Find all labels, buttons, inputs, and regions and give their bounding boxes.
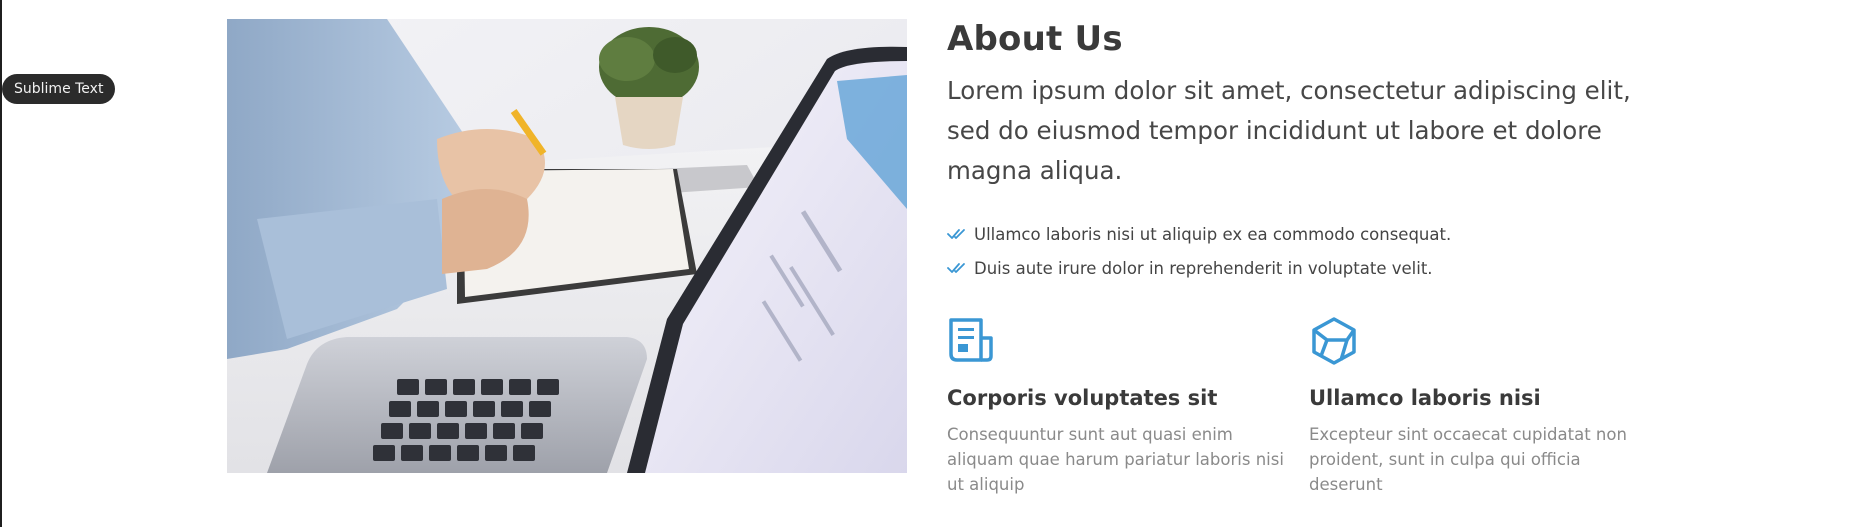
cube-icon bbox=[1312, 317, 1356, 365]
feature-card: Ullamco laboris nisi Excepteur sint occa… bbox=[1309, 316, 1649, 497]
feature-title: Ullamco laboris nisi bbox=[1309, 386, 1541, 410]
newspaper-icon bbox=[949, 318, 993, 362]
check-list: Ullamco laboris nisi ut aliquip ex ea co… bbox=[947, 217, 1647, 285]
workspace-illustration bbox=[227, 19, 907, 473]
about-photo bbox=[227, 19, 907, 473]
page-title: About Us bbox=[947, 19, 1123, 59]
feature-card: Corporis voluptates sit Consequuntur sun… bbox=[947, 316, 1287, 497]
list-item-text: Ullamco laboris nisi ut aliquip ex ea co… bbox=[974, 224, 1452, 244]
lead-paragraph: Lorem ipsum dolor sit amet, consectetur … bbox=[947, 76, 1631, 185]
feature-text: Consequuntur sunt aut quasi enim aliquam… bbox=[947, 425, 1284, 494]
double-check-icon bbox=[947, 263, 965, 273]
feature-title: Corporis voluptates sit bbox=[947, 386, 1218, 410]
feature-text: Excepteur sint occaecat cupidatat non pr… bbox=[1309, 425, 1627, 494]
list-item: Ullamco laboris nisi ut aliquip ex ea co… bbox=[947, 217, 1647, 251]
about-content: About Us Lorem ipsum dolor sit amet, con… bbox=[947, 19, 1647, 285]
list-item-text: Duis aute irure dolor in reprehenderit i… bbox=[974, 258, 1433, 278]
double-check-icon bbox=[947, 229, 965, 239]
about-page: Sublime Text About Us Lorem ipsum dolor … bbox=[0, 0, 1852, 527]
app-tooltip: Sublime Text bbox=[2, 74, 116, 104]
list-item: Duis aute irure dolor in reprehenderit i… bbox=[947, 251, 1647, 285]
desktop-dock-edge bbox=[0, 0, 2, 527]
